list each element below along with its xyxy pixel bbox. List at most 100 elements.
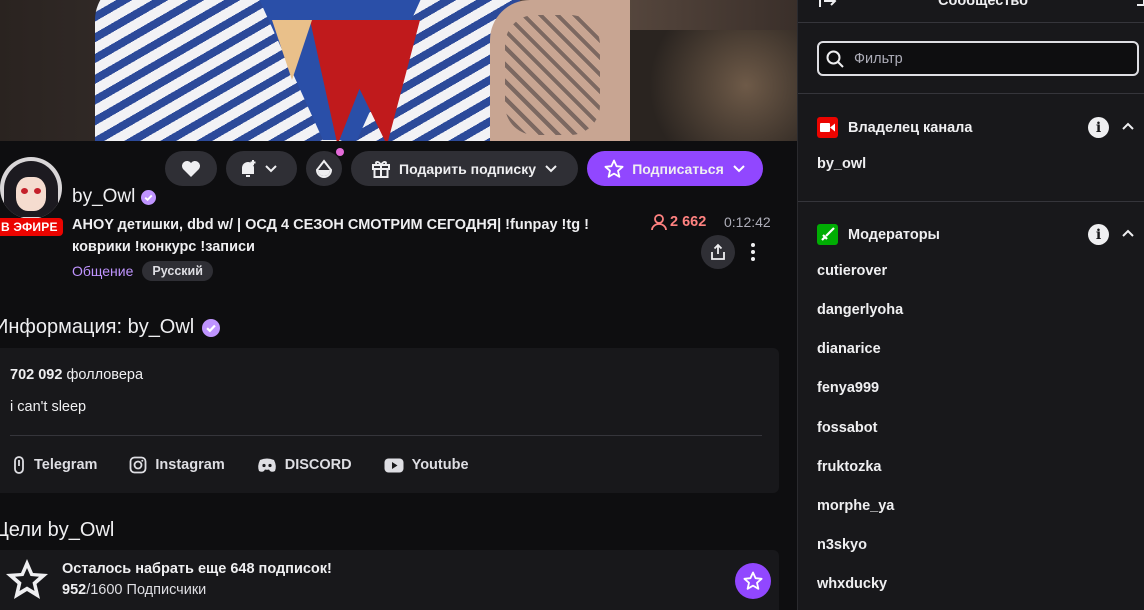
chevron-up-icon[interactable] [1121, 228, 1135, 238]
community-panel: Сообщество Владелец канала i by_owl Моде… [797, 0, 1144, 610]
goals-heading: Цели by_Owl [0, 519, 115, 541]
sword-icon [817, 224, 838, 245]
viewer-count: 2 662 [650, 213, 706, 231]
user-moderator[interactable]: whxducky [817, 576, 887, 592]
goal-title: Осталось набрать еще 648 подписок! [62, 561, 332, 577]
star-icon [604, 159, 624, 178]
panel-title: Сообщество [938, 0, 1028, 9]
user-moderator[interactable]: fenya999 [817, 380, 879, 396]
goal-current: 952 [62, 582, 87, 598]
social-link-youtube[interactable]: Youtube [384, 455, 469, 475]
youtube-icon [384, 458, 404, 472]
channel-actions: Подарить подписку Подписаться [165, 148, 763, 186]
owner-section-header: Владелец канала [817, 117, 972, 138]
social-label: Youtube [411, 457, 469, 473]
popout-icon[interactable] [1137, 0, 1144, 6]
avatar-eye [34, 188, 41, 194]
user-moderator[interactable]: dangerlyoha [817, 302, 903, 318]
background-lamp [620, 30, 797, 141]
broadcaster-icon [817, 117, 838, 138]
user-moderator[interactable]: morphe_ya [817, 498, 894, 514]
instagram-icon [130, 456, 147, 474]
user-moderator[interactable]: fossabot [817, 420, 877, 436]
mods-section-header: Модераторы [817, 224, 940, 245]
sub-goal-star-icon [6, 559, 48, 599]
divider [798, 93, 1144, 94]
chevron-down-icon [545, 164, 557, 172]
user-moderator[interactable]: cutierover [817, 263, 887, 279]
notification-dot [336, 148, 344, 156]
follower-count: 702 092 фолловера [10, 367, 143, 383]
notifications-button[interactable] [226, 151, 297, 186]
divider [10, 435, 762, 436]
channel-avatar[interactable] [0, 157, 62, 219]
goal-progress: 952/1600 Подписчики [62, 582, 206, 598]
social-links: Telegram Instagram DISCORD Youtube [12, 455, 469, 475]
more-dot [751, 250, 755, 254]
stream-uptime: 0:12:42 [724, 214, 771, 230]
owner-section-label: Владелец канала [848, 119, 973, 136]
stream-tags: Общение Русский [72, 261, 213, 281]
channel-name[interactable]: by_Owl [72, 186, 157, 208]
gift-sub-label: Подарить подписку [399, 160, 536, 177]
discord-icon [257, 458, 276, 472]
telegram-icon [14, 456, 24, 474]
chevron-down-icon [733, 164, 745, 172]
viewers-icon [651, 214, 667, 231]
goal-target: /1600 Подписчики [86, 582, 207, 598]
tattoo [505, 15, 600, 135]
collapse-icon[interactable] [818, 0, 838, 8]
verified-icon [202, 318, 221, 337]
live-badge: В ЭФИРЕ [0, 218, 63, 236]
avatar-face [16, 177, 46, 211]
divider [798, 201, 1144, 202]
about-heading-text: Информация: by_Owl [0, 316, 195, 338]
filter-field[interactable] [817, 41, 1139, 76]
user-moderator[interactable]: dianarice [817, 341, 881, 357]
share-icon [711, 243, 725, 260]
category-link[interactable]: Общение [72, 263, 133, 279]
goal-subscribe-button[interactable] [735, 563, 771, 599]
gift-sub-button[interactable]: Подарить подписку [351, 151, 578, 186]
subscribe-label: Подписаться [632, 160, 724, 177]
goal-panel [0, 550, 779, 610]
more-options-button[interactable] [741, 238, 765, 266]
stream-title: AHOY детишки, dbd w/ | ОСД 4 СЕЗОН СМОТР… [72, 217, 589, 255]
more-dot [751, 257, 755, 261]
user-owner[interactable]: by_owl [817, 156, 866, 172]
more-dot [751, 243, 755, 247]
about-heading: Информация: by_Owl [0, 316, 221, 339]
panel-header: Сообщество [798, 0, 1144, 23]
drops-button[interactable] [306, 148, 344, 186]
follow-button[interactable] [165, 151, 217, 186]
heart-icon [182, 160, 200, 177]
user-moderator[interactable]: fruktozka [817, 459, 881, 475]
info-icon[interactable]: i [1088, 117, 1109, 138]
social-link-instagram[interactable]: Instagram [129, 455, 225, 475]
mods-section-label: Модераторы [848, 226, 940, 243]
verified-icon [141, 189, 157, 205]
channel-bio: i can't sleep [10, 399, 87, 415]
search-icon [826, 50, 844, 68]
chevron-up-icon[interactable] [1121, 121, 1135, 131]
chevron-down-icon [265, 164, 277, 172]
video-player[interactable] [0, 0, 797, 141]
info-icon[interactable]: i [1088, 224, 1109, 245]
social-label: DISCORD [284, 457, 352, 473]
filter-input[interactable] [854, 50, 1124, 67]
follower-count-label: фолловера [66, 367, 144, 383]
user-moderator[interactable]: n3skyo [817, 537, 867, 553]
language-tag[interactable]: Русский [142, 261, 213, 281]
drop-icon [315, 158, 333, 178]
social-label: Instagram [155, 457, 225, 473]
gift-icon [372, 160, 391, 178]
viewer-count-text: 2 662 [670, 214, 707, 230]
bell-plus-icon [242, 159, 256, 177]
subscribe-button[interactable]: Подписаться [587, 151, 763, 186]
avatar-eye [21, 188, 28, 194]
social-link-discord[interactable]: DISCORD [257, 455, 352, 475]
social-link-telegram[interactable]: Telegram [12, 455, 97, 475]
social-label: Telegram [34, 457, 98, 473]
share-button[interactable] [701, 235, 735, 269]
star-icon [743, 571, 763, 590]
